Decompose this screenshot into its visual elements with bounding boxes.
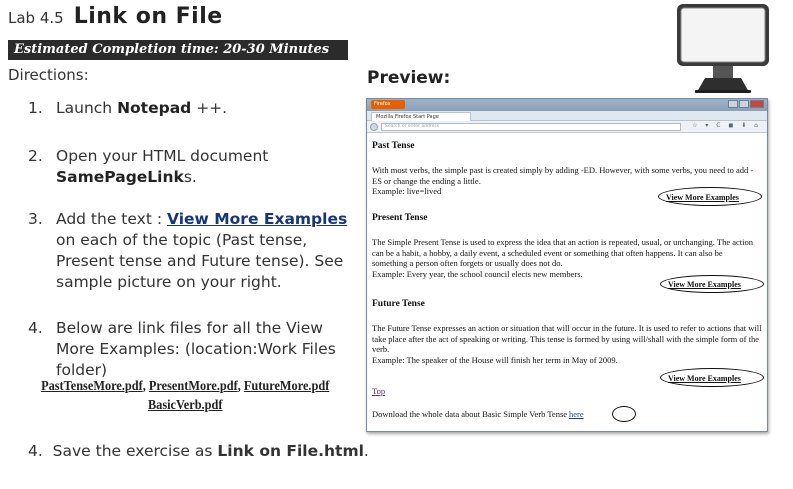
step-number: 2. <box>28 147 43 165</box>
minimize-icon[interactable] <box>728 100 738 108</box>
browser-tab[interactable]: Mozilla Firefox Start Page <box>371 112 471 121</box>
file-basic-verb: BasicVerb.pdf <box>147 398 223 413</box>
close-icon[interactable] <box>750 100 764 108</box>
present-tense-text: The Simple Present Tense is used to expr… <box>372 237 754 279</box>
lab-number: Lab 4.5 <box>8 9 64 27</box>
lab-title: Link on File <box>73 4 223 29</box>
window-controls <box>728 100 764 108</box>
step-number: 4. <box>28 319 43 337</box>
top-link[interactable]: Top <box>372 386 385 397</box>
here-link[interactable]: here <box>569 409 584 419</box>
back-icon[interactable] <box>370 123 378 131</box>
step-number: 3. <box>28 210 43 228</box>
present-tense-heading: Present Tense <box>372 213 428 223</box>
file-future: FutureMore.pdf <box>243 379 330 394</box>
monitor-icon <box>675 2 771 94</box>
step-number: 4. <box>28 442 43 460</box>
estimated-time-bar: Estimated Completion time: 20-30 Minutes <box>8 40 348 60</box>
annotation-circle <box>612 406 636 422</box>
lab-header: Lab 4.5 Link on File <box>8 4 223 34</box>
directions-label: Directions: <box>8 66 89 84</box>
annotation-circle <box>660 368 764 387</box>
save-filename: Link on File.html <box>217 442 364 460</box>
firefox-menu-button[interactable]: Firefox <box>371 100 405 109</box>
browser-titlebar: Firefox <box>367 99 767 111</box>
preview-label: Preview: <box>367 68 451 88</box>
notepad-text: Notepad <box>117 99 192 117</box>
annotation-circle <box>658 187 762 206</box>
future-tense-text: The Future Tense expresses an action or … <box>372 323 762 365</box>
annotation-circle <box>660 275 764 293</box>
browser-tabbar: Mozilla Firefox Start Page <box>367 111 767 121</box>
file-present: PresentMore.pdf <box>148 379 238 394</box>
view-more-examples-text: View More Examples <box>166 210 348 228</box>
document-name: SamePageLink <box>56 168 184 186</box>
browser-preview: Firefox Mozilla Firefox Start Page Searc… <box>366 98 768 432</box>
future-tense-heading: Future Tense <box>372 299 425 309</box>
toolbar-icons[interactable]: ☆ ▾ C ◼ ⬇ ⌂ <box>692 122 761 129</box>
file-past-tense: PastTenseMore.pdf <box>41 379 143 394</box>
step-number: 1. <box>28 99 43 117</box>
step-3: 3. Add the text : View More Examples on … <box>28 210 348 291</box>
save-step: 4. Save the exercise as Link on File.htm… <box>28 442 369 460</box>
download-text: Download the whole data about Basic Simp… <box>372 409 584 419</box>
browser-navbar: Search or enter address ☆ ▾ C ◼ ⬇ ⌂ <box>367 121 767 133</box>
step-1: 1. Launch Notepad ++. <box>28 99 228 117</box>
browser-content: Past Tense With most verbs, the simple p… <box>370 137 764 429</box>
maximize-icon[interactable] <box>739 100 749 108</box>
past-tense-heading: Past Tense <box>372 141 415 151</box>
step-2: 2. Open your HTML document SamePageLinks… <box>28 147 269 186</box>
url-bar[interactable]: Search or enter address <box>381 123 681 131</box>
link-file-list: PastTenseMore.pdf, PresentMore.pdf, Futu… <box>41 379 330 413</box>
step-4: 4. Below are link files for all the View… <box>28 319 336 379</box>
